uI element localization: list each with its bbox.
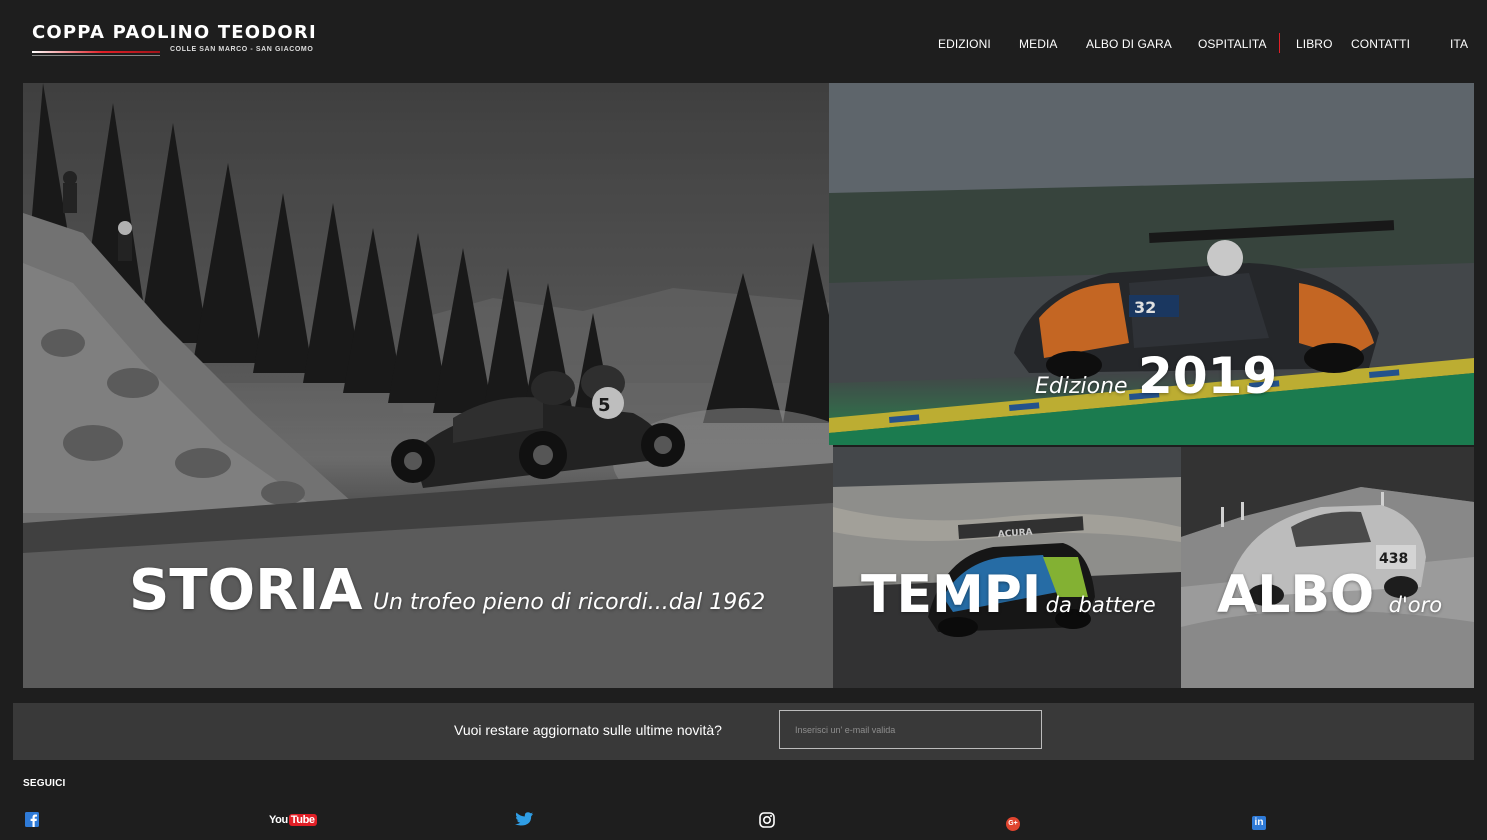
nav-item-media[interactable]: MEDIA bbox=[1019, 37, 1058, 51]
linkedin-link[interactable]: in bbox=[1252, 812, 1266, 830]
newsletter-bar: Vuoi restare aggiornato sulle ultime nov… bbox=[13, 703, 1474, 760]
tile-tempi[interactable]: ACURA TEMPI da battere bbox=[833, 447, 1181, 688]
nav-item-albo-di-gara[interactable]: ALBO DI GARA bbox=[1086, 37, 1172, 51]
facebook-icon bbox=[25, 812, 39, 827]
nav-divider bbox=[1279, 33, 1280, 53]
facebook-link[interactable] bbox=[25, 812, 39, 828]
language-selector[interactable]: ITA bbox=[1450, 37, 1468, 51]
follow-us-label: SEGUICI bbox=[23, 778, 66, 789]
instagram-icon bbox=[759, 812, 775, 828]
logo-accent-line bbox=[32, 51, 160, 53]
albo-title: ALBO bbox=[1217, 565, 1375, 625]
storia-subtitle: Un trofeo pieno di ricordi...dal 1962 bbox=[372, 590, 766, 615]
albo-subtitle: d'oro bbox=[1388, 593, 1443, 617]
logo-accent-line-secondary bbox=[32, 55, 160, 56]
logo-title: COPPA PAOLINO TEODORI bbox=[32, 22, 317, 43]
nav-item-contatti[interactable]: CONTATTI bbox=[1351, 37, 1410, 51]
site-logo[interactable]: COPPA PAOLINO TEODORI COLLE SAN MARCO - … bbox=[32, 22, 342, 58]
edizione-label: Edizione bbox=[1035, 374, 1128, 399]
tile-albo[interactable]: 438 ALBO d'oro bbox=[1181, 447, 1474, 688]
youtube-icon: You Tube bbox=[269, 814, 317, 826]
twitter-icon bbox=[515, 812, 533, 826]
newsletter-email-input[interactable] bbox=[779, 710, 1042, 749]
logo-subtitle: COLLE SAN MARCO - SAN GIACOMO bbox=[170, 46, 314, 53]
tile-edizione-2019[interactable]: 32 Edizione 2019 bbox=[829, 83, 1474, 445]
site-header: COPPA PAOLINO TEODORI COLLE SAN MARCO - … bbox=[0, 0, 1487, 83]
newsletter-label: Vuoi restare aggiornato sulle ultime nov… bbox=[454, 722, 722, 738]
tile-storia[interactable]: 5 STORIA Un trofeo pieno di ricordi...da… bbox=[23, 83, 833, 688]
linkedin-icon: in bbox=[1252, 815, 1266, 830]
nav-item-edizioni[interactable]: EDIZIONI bbox=[938, 37, 991, 51]
twitter-link[interactable] bbox=[515, 812, 533, 828]
nav-item-libro[interactable]: LIBRO bbox=[1296, 37, 1333, 51]
google-plus-icon: G+ bbox=[1006, 816, 1020, 831]
instagram-link[interactable] bbox=[759, 812, 775, 828]
storia-title: STORIA bbox=[129, 558, 363, 623]
nav-item-ospitalita[interactable]: OSPITALITA bbox=[1198, 37, 1267, 51]
tempi-title: TEMPI bbox=[861, 565, 1042, 625]
tempi-subtitle: da battere bbox=[1045, 593, 1156, 617]
edizione-year: 2019 bbox=[1138, 347, 1278, 405]
youtube-link[interactable]: You Tube bbox=[269, 812, 317, 828]
google-plus-link[interactable]: G+ bbox=[1006, 812, 1020, 831]
